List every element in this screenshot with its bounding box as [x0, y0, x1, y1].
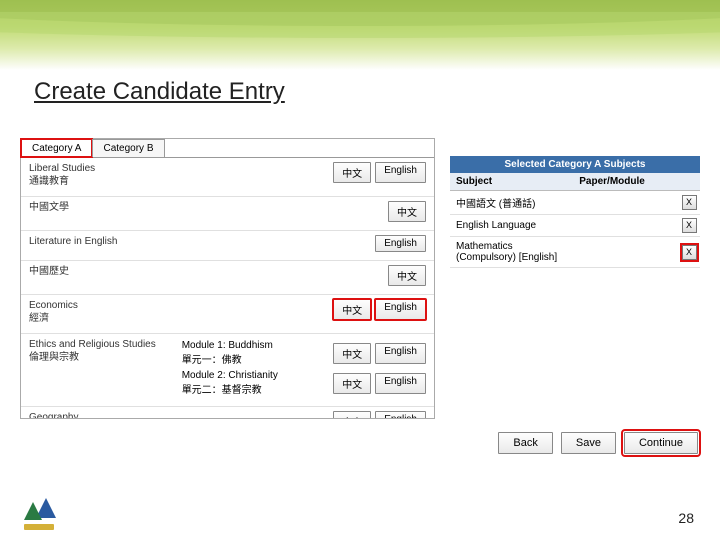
subject-row: Geography地理中文 English: [21, 407, 434, 418]
subject-selector-panel: Category ACategory B Liberal Studies通識教育…: [20, 138, 435, 419]
remove-button[interactable]: X: [682, 218, 697, 233]
selected-row: English Language X: [450, 215, 700, 237]
subject-name: Literature in English: [29, 235, 375, 248]
selected-table-header: Subject Paper/Module: [450, 173, 700, 191]
subject-row: Literature in EnglishEnglish: [21, 231, 434, 261]
continue-button[interactable]: Continue: [624, 432, 698, 454]
selected-panel-title: Selected Category A Subjects: [450, 156, 700, 173]
lang-chinese-button[interactable]: 中文: [333, 373, 371, 394]
header-subject: Subject: [450, 173, 573, 190]
selected-row: Mathematics (Compulsory) [English] X: [450, 237, 700, 268]
lang-english-button[interactable]: English: [375, 373, 426, 394]
tab-category-b[interactable]: Category B: [92, 139, 164, 157]
lang-english-button[interactable]: English: [375, 162, 426, 183]
module-label: Module 2: Christianity單元二：基督宗教: [182, 370, 334, 396]
lang-chinese-button[interactable]: 中文: [333, 162, 371, 183]
subject-name: 中國歷史: [29, 265, 388, 278]
selected-row: 中國語文 (普通話) X: [450, 191, 700, 215]
subject-name: Ethics and Religious Studies倫理與宗教: [29, 338, 182, 364]
subject-list[interactable]: Liberal Studies通識教育中文English中國文學中文Litera…: [21, 158, 434, 418]
selected-subject: Mathematics (Compulsory) [English]: [450, 237, 573, 267]
lang-english-button[interactable]: English: [375, 411, 426, 418]
header-paper: Paper/Module: [573, 173, 678, 190]
decorative-banner: [0, 0, 720, 70]
action-bar: Back Save Continue: [498, 432, 698, 454]
selected-subject: English Language: [450, 216, 573, 235]
lang-english-button[interactable]: English: [375, 343, 426, 364]
lang-english-button[interactable]: English: [375, 235, 426, 252]
remove-button[interactable]: X: [682, 195, 697, 210]
remove-button[interactable]: X: [682, 245, 697, 260]
subject-row: Liberal Studies通識教育中文English: [21, 158, 434, 197]
lang-chinese-button[interactable]: 中文: [333, 299, 371, 320]
category-tabs: Category ACategory B: [21, 139, 434, 158]
subject-name: Liberal Studies通識教育: [29, 162, 333, 188]
subject-row: 中國文學中文: [21, 197, 434, 231]
page-number: 28: [678, 510, 694, 526]
selected-paper: [573, 248, 678, 256]
selected-subject: 中國語文 (普通話): [450, 191, 573, 214]
lang-chinese-button[interactable]: 中文: [333, 343, 371, 364]
lang-chinese-button[interactable]: 中文: [333, 411, 371, 418]
back-button[interactable]: Back: [498, 432, 552, 454]
selected-subjects-panel: Selected Category A Subjects Subject Pap…: [450, 156, 700, 268]
selected-paper: [573, 199, 678, 207]
subject-name: 中國文學: [29, 201, 388, 214]
tab-category-a[interactable]: Category A: [21, 139, 92, 157]
subject-name: Geography地理: [29, 411, 333, 418]
subject-row: 中國歷史中文: [21, 261, 434, 295]
module-label: Module 1: Buddhism單元一：佛教: [182, 340, 334, 366]
lang-chinese-button[interactable]: 中文: [388, 265, 426, 286]
subject-row: Economics經濟中文English: [21, 295, 434, 334]
ea-logo: [24, 498, 60, 530]
subject-name: Economics經濟: [29, 299, 333, 325]
save-button[interactable]: Save: [561, 432, 616, 454]
lang-chinese-button[interactable]: 中文: [388, 201, 426, 222]
page-title: Create Candidate Entry: [34, 78, 285, 106]
lang-english-button[interactable]: English: [375, 299, 426, 320]
selected-paper: [573, 222, 678, 230]
subject-row: Ethics and Religious Studies倫理與宗教Module …: [21, 334, 434, 407]
